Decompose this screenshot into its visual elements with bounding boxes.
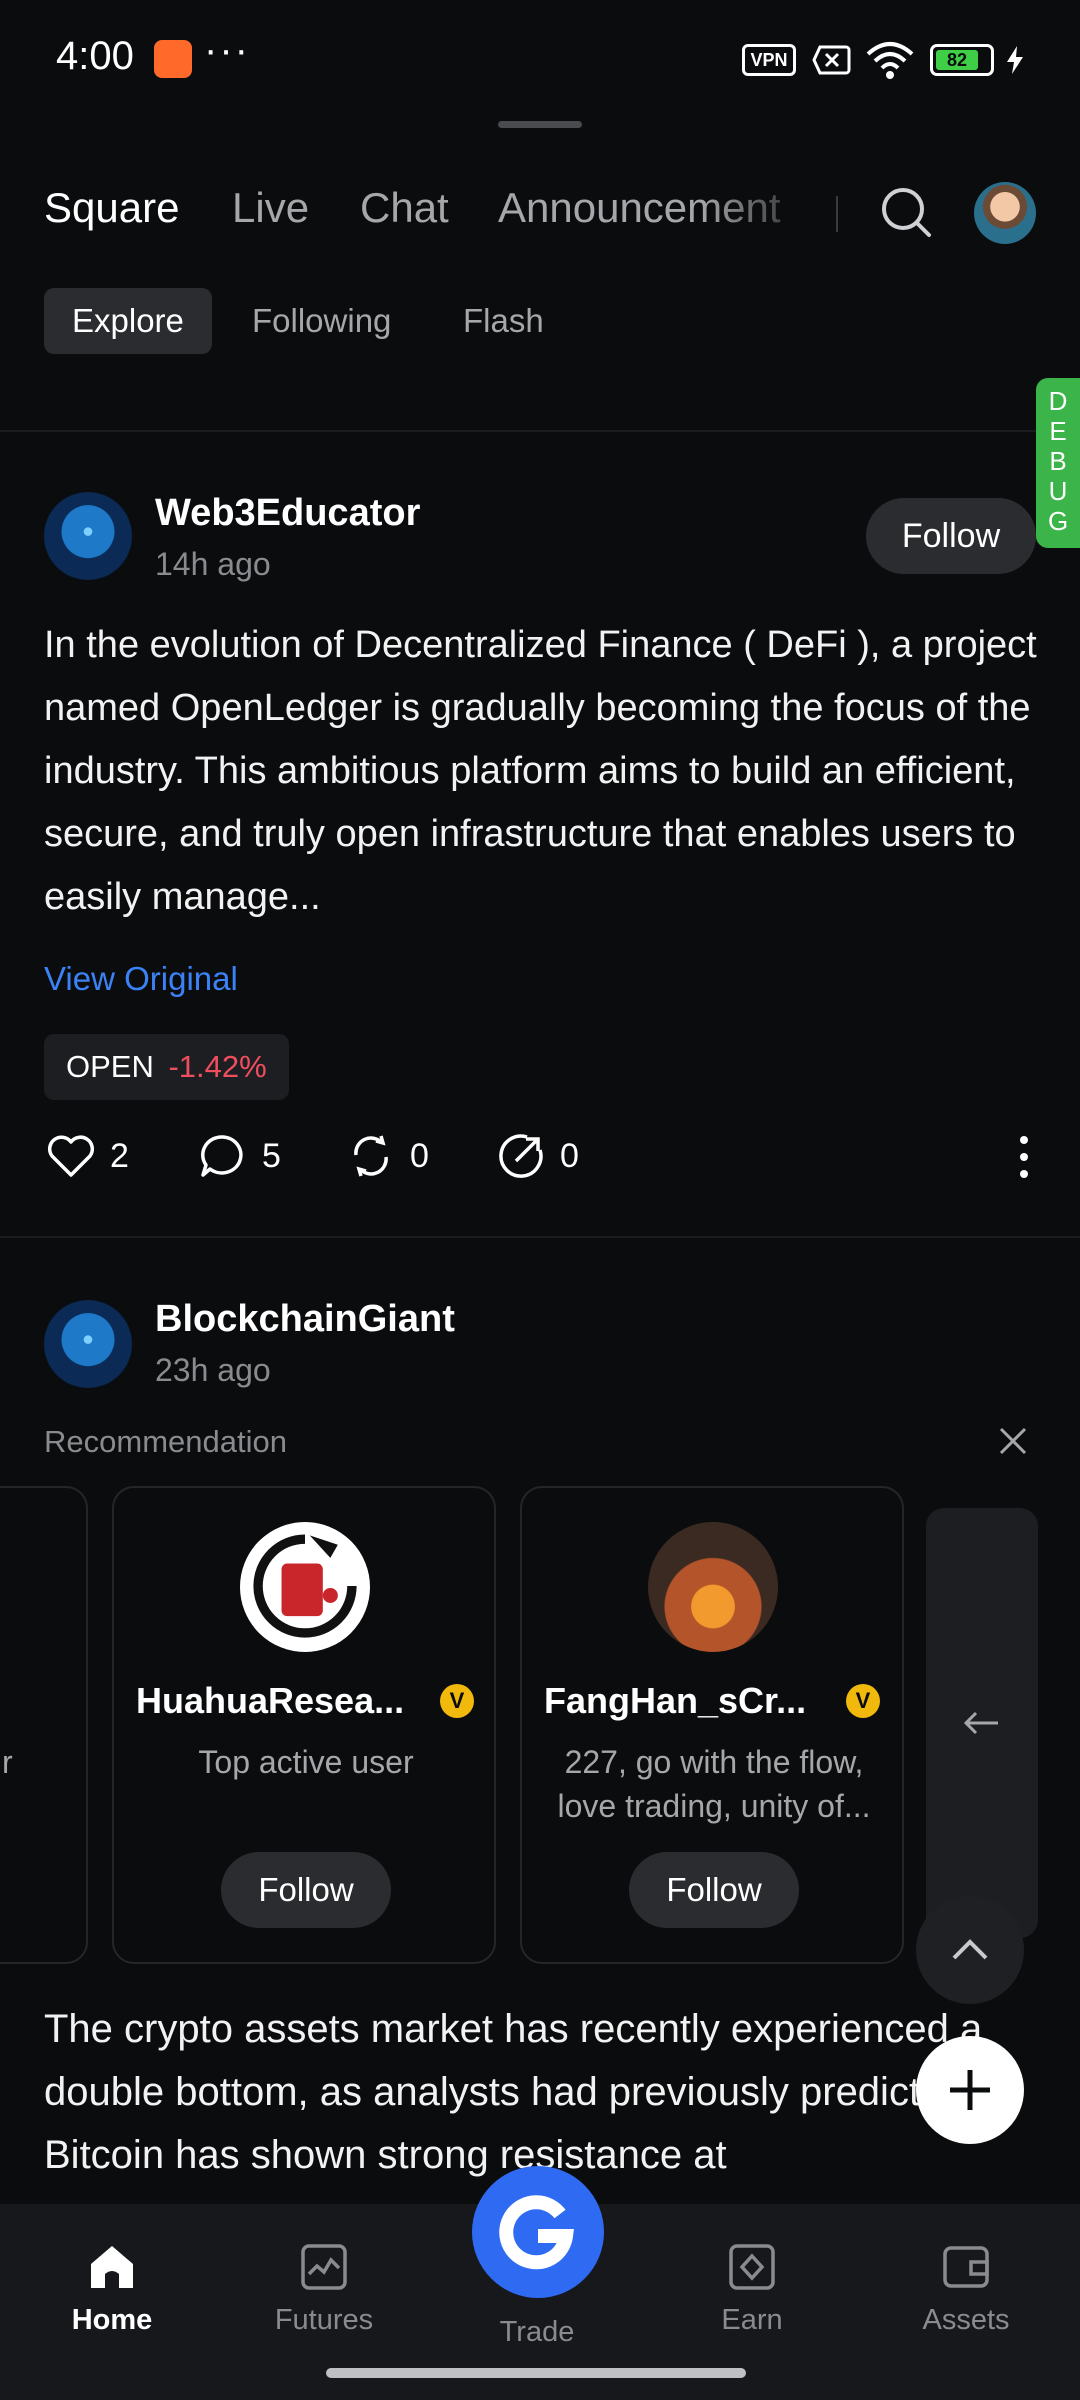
ticker-chip[interactable]: OPEN -1.42%: [44, 1034, 289, 1100]
tab-square[interactable]: Square: [44, 184, 179, 232]
like-count: 2: [110, 1136, 129, 1175]
wallet-icon: [943, 2246, 989, 2288]
comment-count: 5: [262, 1136, 281, 1175]
arrow-left-icon: [963, 1711, 998, 1735]
ticker-symbol: OPEN: [66, 1049, 154, 1084]
battery-level: 82: [936, 50, 978, 70]
heart-icon: [47, 1135, 95, 1177]
recommend-card[interactable]: r: [0, 1486, 88, 1964]
share-count: 0: [560, 1136, 579, 1175]
tab-overflow-fade: [700, 176, 830, 240]
verified-badge-icon: V: [440, 1684, 474, 1718]
plus-icon: [950, 2070, 990, 2110]
share-button[interactable]: 0: [494, 1128, 579, 1184]
home-icon: [91, 2246, 133, 2288]
recommendation-label: Recommendation: [44, 1424, 287, 1459]
post-time: 23h ago: [155, 1352, 271, 1388]
card-description: 227, go with the flow, love trading, uni…: [557, 1744, 871, 1824]
card-avatar[interactable]: [648, 1522, 778, 1652]
earn-icon: [729, 2244, 775, 2290]
share-icon: [499, 1134, 543, 1178]
like-button[interactable]: 2: [44, 1128, 129, 1184]
battery-icon: 82: [930, 44, 994, 76]
huahua-logo-icon: [253, 1534, 357, 1638]
sheet-grab-handle[interactable]: [498, 121, 582, 128]
nav-label: Assets: [922, 2304, 1010, 2336]
ticker-change: -1.42%: [168, 1049, 267, 1084]
notification-app-icon: [154, 40, 192, 78]
trade-button[interactable]: [472, 2166, 604, 2298]
debug-label: DEBUG: [1048, 386, 1069, 536]
subtab-explore[interactable]: Explore: [44, 288, 212, 354]
card-follow-button[interactable]: Follow: [629, 1852, 799, 1928]
tab-chat[interactable]: Chat: [360, 184, 449, 232]
subtab-flash[interactable]: Flash: [463, 288, 544, 354]
card-description: Top active user: [198, 1744, 414, 1780]
tab-separator: [836, 196, 838, 232]
nav-label: Futures: [274, 2304, 374, 2336]
nav-trade[interactable]: Trade: [457, 2316, 617, 2349]
see-more-card[interactable]: [926, 1508, 1038, 1938]
charging-icon: [1007, 46, 1023, 74]
home-indicator[interactable]: [326, 2368, 746, 2378]
nav-label: Home: [71, 2304, 153, 2336]
nav-assets[interactable]: Assets: [886, 2240, 1046, 2337]
wifi-icon: [866, 42, 914, 79]
nav-label: Earn: [721, 2304, 783, 2336]
trade-logo-icon: [499, 2195, 574, 2270]
author-avatar[interactable]: [44, 1300, 132, 1388]
user-avatar[interactable]: [974, 182, 1036, 244]
scroll-to-top-button[interactable]: [916, 1896, 1024, 2004]
nav-home[interactable]: Home: [32, 2240, 192, 2337]
divider: [0, 1236, 1080, 1238]
nav-earn[interactable]: Earn: [672, 2240, 832, 2337]
card-follow-button[interactable]: Follow: [221, 1852, 391, 1928]
tab-live[interactable]: Live: [232, 184, 309, 232]
comment-button[interactable]: 5: [196, 1128, 281, 1184]
nav-label: Trade: [499, 2316, 575, 2348]
subtab-following[interactable]: Following: [252, 288, 391, 354]
close-icon[interactable]: [996, 1424, 1030, 1458]
recommend-card[interactable]: HuahuaResea... V Top active user Follow: [112, 1486, 496, 1964]
post-body[interactable]: In the evolution of Decentralized Financ…: [44, 614, 1044, 929]
recommend-card[interactable]: FangHan_sCr... V 227, go with the flow, …: [520, 1486, 904, 1964]
vpn-icon: VPN: [742, 44, 796, 76]
view-original-link[interactable]: View Original: [44, 960, 238, 998]
verified-badge-icon: V: [846, 1684, 880, 1718]
repost-count: 0: [410, 1136, 429, 1175]
card-avatar[interactable]: [240, 1522, 370, 1652]
author-name[interactable]: Web3Educator: [155, 492, 420, 535]
author-avatar[interactable]: [44, 492, 132, 580]
card-name[interactable]: FangHan_sCr...: [544, 1680, 806, 1722]
debug-tab[interactable]: DEBUG: [1036, 378, 1080, 548]
search-icon[interactable]: [878, 184, 934, 240]
comment-icon: [201, 1135, 243, 1177]
create-post-button[interactable]: [916, 2036, 1024, 2144]
more-options-icon[interactable]: [1012, 1130, 1036, 1184]
divider: [0, 430, 1080, 432]
follow-button[interactable]: Follow: [866, 498, 1036, 574]
chevron-up-icon: [952, 1939, 988, 1960]
post-body[interactable]: The crypto assets market has recently ex…: [44, 1998, 1044, 2187]
nav-futures[interactable]: Futures: [244, 2240, 404, 2337]
repost-button[interactable]: 0: [344, 1128, 429, 1184]
author-name[interactable]: BlockchainGiant: [155, 1298, 455, 1341]
status-more-dots: ···: [204, 28, 250, 72]
futures-chart-icon: [301, 2244, 347, 2290]
post-time: 14h ago: [155, 546, 271, 582]
status-time: 4:00: [56, 34, 134, 78]
card-description: r: [2, 1744, 13, 1780]
no-sim-icon: [812, 45, 851, 75]
card-name[interactable]: HuahuaResea...: [136, 1680, 404, 1722]
repost-icon: [354, 1135, 388, 1177]
